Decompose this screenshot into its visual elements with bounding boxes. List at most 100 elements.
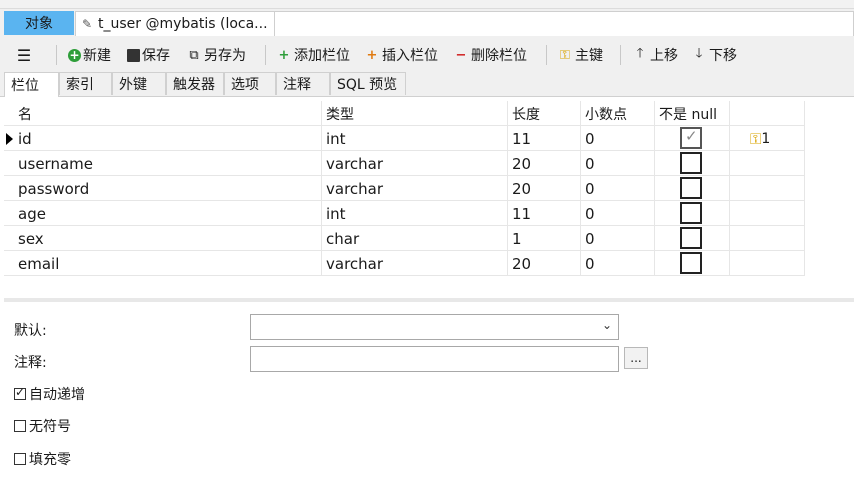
move-down-button[interactable]: 🡓 下移 — [691, 44, 737, 66]
cell-length[interactable]: 11 — [508, 126, 581, 151]
table-row[interactable]: age int 11 0 — [4, 201, 805, 226]
primary-key-label: 主键 — [575, 48, 603, 64]
table-row[interactable]: password varchar 20 0 — [4, 176, 805, 201]
cell-decimals[interactable]: 0 — [581, 201, 655, 226]
table-row[interactable]: sex char 1 0 — [4, 226, 805, 251]
table-row[interactable]: idint110 ⚿1 — [4, 126, 805, 151]
cell-type[interactable]: varchar — [322, 151, 508, 176]
zerofill-checkbox[interactable] — [14, 453, 26, 465]
table-row[interactable]: username varchar 20 0 — [4, 151, 805, 176]
insert-field-label: 插入栏位 — [382, 48, 438, 64]
move-up-label: 上移 — [650, 48, 678, 64]
add-field-button[interactable]: + 添加栏位 — [276, 44, 350, 66]
zerofill-option[interactable]: 填充零 — [14, 449, 71, 469]
tab-sql-preview[interactable]: SQL 预览 — [330, 72, 406, 95]
delete-field-label: 删除栏位 — [471, 48, 527, 64]
auto-increment-label: 自动递增 — [29, 387, 85, 403]
add-field-label: 添加栏位 — [294, 48, 350, 64]
default-select[interactable]: ⌄ — [250, 314, 619, 340]
grid-header: 名 类型 长度 小数点 不是 null — [4, 101, 805, 126]
tab-triggers[interactable]: 触发器 — [166, 72, 224, 95]
cell-type[interactable]: varchar — [322, 251, 508, 276]
primary-key-icon: ⚿ — [750, 129, 762, 148]
save-as-label: 另存为 — [204, 48, 246, 64]
cell-name[interactable]: email — [14, 251, 322, 276]
comment-label: 注释: — [14, 355, 47, 371]
cell-type[interactable]: varchar — [322, 176, 508, 201]
auto-increment-checkbox[interactable] — [14, 385, 26, 400]
column-header-key — [730, 101, 805, 126]
cell-name[interactable]: age — [14, 201, 322, 226]
tab-indexes[interactable]: 索引 — [59, 72, 112, 95]
table-row[interactable]: email varchar 20 0 — [4, 251, 805, 276]
cell-name[interactable]: id — [14, 126, 322, 151]
cell-decimals[interactable]: 0 — [581, 226, 655, 251]
menu-button[interactable]: ☰ — [16, 44, 34, 66]
unsigned-checkbox[interactable] — [14, 420, 26, 432]
cell-decimals[interactable]: 0 — [581, 126, 655, 151]
move-up-button[interactable]: 🡑 上移 — [632, 44, 678, 66]
panel-divider[interactable] — [4, 298, 854, 302]
hamburger-icon: ☰ — [16, 45, 32, 65]
column-header-length[interactable]: 长度 — [508, 101, 581, 126]
column-header-type[interactable]: 类型 — [322, 101, 508, 126]
comment-input[interactable] — [250, 346, 619, 372]
not-null-checkbox[interactable] — [680, 127, 702, 149]
column-header-name[interactable]: 名 — [14, 101, 322, 126]
cell-name[interactable]: password — [14, 176, 322, 201]
not-null-checkbox[interactable] — [680, 252, 702, 274]
cell-decimals[interactable]: 0 — [581, 251, 655, 276]
tab-comments[interactable]: 注释 — [276, 72, 330, 95]
cell-key[interactable] — [730, 251, 805, 276]
cell-length[interactable]: 11 — [508, 201, 581, 226]
not-null-checkbox[interactable] — [680, 227, 702, 249]
toolbar-separator — [56, 45, 57, 65]
toolbar-separator — [546, 45, 547, 65]
comment-more-button[interactable]: ... — [624, 347, 648, 369]
tab-table-design[interactable]: ✎ t_user @mybatis (loca... — [75, 11, 275, 36]
cell-type[interactable]: int — [322, 201, 508, 226]
cell-length[interactable]: 20 — [508, 151, 581, 176]
cell-key[interactable]: ⚿ 1 — [730, 126, 805, 151]
default-label: 默认: — [14, 323, 47, 339]
tab-foreign-keys[interactable]: 外键 — [112, 72, 166, 95]
tab-objects[interactable]: 对象 — [4, 11, 74, 35]
arrow-up-icon: 🡑 — [636, 46, 644, 61]
cell-decimals[interactable]: 0 — [581, 151, 655, 176]
cell-length[interactable]: 1 — [508, 226, 581, 251]
save-button[interactable]: 保存 — [127, 44, 170, 66]
cell-key[interactable] — [730, 201, 805, 226]
toolbar-separator — [620, 45, 621, 65]
not-null-checkbox[interactable] — [680, 177, 702, 199]
new-label: 新建 — [83, 48, 111, 64]
cell-type[interactable]: char — [322, 226, 508, 251]
auto-increment-option[interactable]: 自动递增 — [14, 384, 85, 404]
not-null-checkbox[interactable] — [680, 152, 702, 174]
insert-field-button[interactable]: + 插入栏位 — [364, 44, 438, 66]
unsigned-option[interactable]: 无符号 — [14, 416, 71, 436]
chevron-down-icon: ⌄ — [601, 318, 612, 332]
cell-key[interactable] — [730, 151, 805, 176]
toolbar-separator — [265, 45, 266, 65]
cell-length[interactable]: 20 — [508, 251, 581, 276]
cell-key[interactable] — [730, 226, 805, 251]
delete-field-button[interactable]: − 删除栏位 — [453, 44, 527, 66]
cell-type[interactable]: int — [322, 126, 508, 151]
cell-key[interactable] — [730, 176, 805, 201]
cell-not-null — [655, 251, 730, 276]
cell-decimals[interactable]: 0 — [581, 176, 655, 201]
tab-options[interactable]: 选项 — [224, 72, 276, 95]
current-row-indicator-icon — [6, 133, 13, 145]
new-plus-icon: + — [68, 48, 81, 62]
save-as-button[interactable]: ⧉ 另存为 — [186, 44, 246, 66]
cell-name[interactable]: username — [14, 151, 322, 176]
tab-fields[interactable]: 栏位 — [4, 72, 59, 97]
column-header-decimals[interactable]: 小数点 — [581, 101, 655, 126]
primary-key-button[interactable]: ⚿ 主键 — [557, 44, 603, 66]
cell-length[interactable]: 20 — [508, 176, 581, 201]
new-button[interactable]: + 新建 — [68, 44, 111, 66]
column-header-not-null[interactable]: 不是 null — [655, 101, 730, 126]
cell-not-null — [655, 151, 730, 176]
not-null-checkbox[interactable] — [680, 202, 702, 224]
cell-name[interactable]: sex — [14, 226, 322, 251]
